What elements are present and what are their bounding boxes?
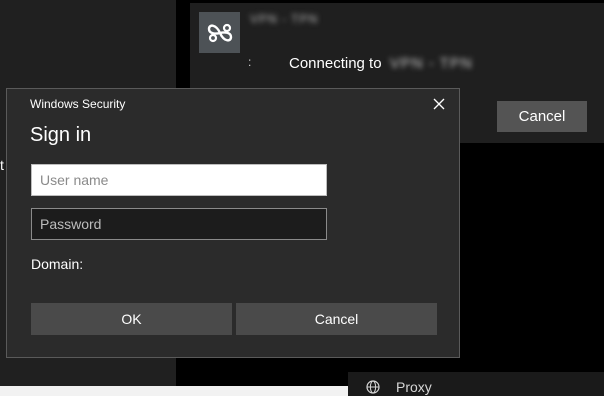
password-field[interactable] <box>31 208 327 240</box>
vpn-status-target: VPN - TPN <box>389 55 473 72</box>
vpn-logo-icon <box>199 12 240 53</box>
proxy-nav-item[interactable]: Proxy <box>348 372 604 396</box>
background-taskbar-strip <box>0 386 348 396</box>
username-field[interactable] <box>31 164 327 196</box>
vpn-cancel-button[interactable]: Cancel <box>497 101 587 132</box>
windows-security-dialog: Windows Security Sign in Domain: OK Canc… <box>6 88 460 358</box>
background-text-fragment: t <box>0 157 4 173</box>
vpn-status-line: Connecting to VPN - TPN <box>289 55 473 72</box>
globe-icon <box>366 380 380 394</box>
dialog-title: Windows Security <box>30 97 126 111</box>
vpn-status-indicator: : <box>248 55 252 69</box>
cancel-button[interactable]: Cancel <box>236 303 437 335</box>
vpn-status-text: Connecting to <box>289 55 382 72</box>
vpn-connection-name: VPN - TPN <box>250 12 319 26</box>
close-icon[interactable] <box>427 92 451 116</box>
domain-label: Domain: <box>31 256 84 272</box>
ok-button[interactable]: OK <box>31 303 232 335</box>
desktop-screen: t VPN - TPN : Connecting to VPN - TPN Ca… <box>0 0 604 396</box>
sign-in-heading: Sign in <box>30 124 92 146</box>
proxy-label: Proxy <box>396 379 432 395</box>
